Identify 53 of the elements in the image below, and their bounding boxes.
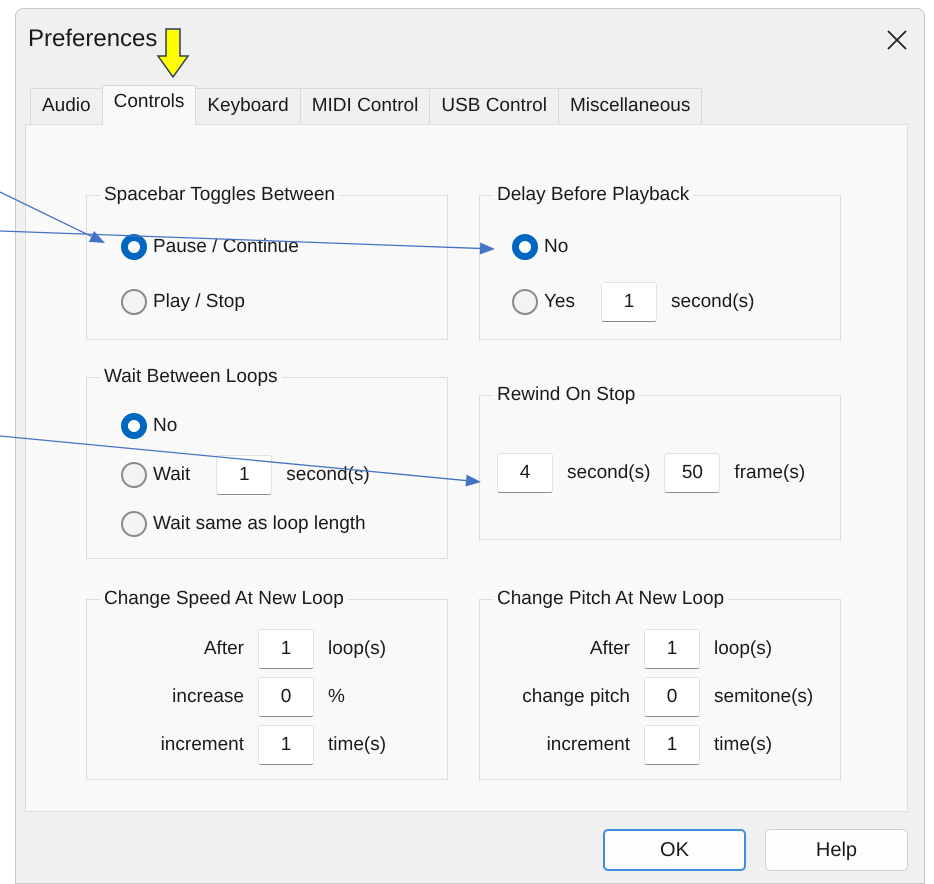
group-title: Rewind On Stop (496, 383, 636, 407)
radio-button[interactable] (121, 289, 147, 315)
radio-label: Play / Stop (153, 290, 245, 314)
field-label: After (202, 636, 244, 661)
unit-label: second(s) (567, 460, 650, 485)
radio-label: Wait same as loop length (153, 512, 366, 536)
input-field[interactable]: 0 (258, 677, 314, 717)
radio-label: Yes (544, 290, 575, 314)
field-label: change pitch (521, 684, 630, 709)
input-field[interactable]: 1 (601, 282, 657, 322)
group-title: Delay Before Playback (496, 183, 690, 207)
pointer-arrow (156, 28, 190, 78)
group-title: Change Speed At New Loop (103, 587, 345, 611)
input-field[interactable]: 1 (258, 725, 314, 765)
input-field[interactable]: 1 (258, 629, 314, 669)
group-title: Spacebar Toggles Between (103, 183, 336, 207)
tab[interactable]: Audio (30, 88, 103, 124)
radio-button[interactable] (512, 234, 538, 260)
group-title: Wait Between Loops (103, 365, 279, 389)
dialog-button[interactable]: Help (765, 829, 908, 871)
field-label: After (588, 636, 630, 661)
unit-label: % (328, 684, 346, 709)
field-label: increment (160, 732, 244, 757)
unit-label: loop(s) (328, 636, 388, 661)
input-field[interactable]: 50 (664, 453, 720, 493)
unit-label: second(s) (286, 462, 370, 487)
tab[interactable]: Controls (102, 85, 196, 125)
radio-button[interactable] (512, 289, 538, 315)
field-label: increment (546, 732, 630, 757)
radio-button[interactable] (121, 413, 147, 439)
radio-button[interactable] (121, 511, 147, 537)
input-field[interactable]: 0 (644, 677, 700, 717)
radio-label: No (544, 234, 568, 259)
unit-label: semitone(s) (714, 684, 814, 709)
input-field[interactable]: 4 (497, 453, 553, 493)
radio-label: No (153, 414, 178, 438)
unit-label: loop(s) (714, 636, 774, 661)
radio-label: Wait (153, 462, 190, 487)
radio-button[interactable] (121, 234, 147, 260)
close-icon[interactable] (886, 29, 908, 51)
field-label: increase (171, 684, 244, 709)
tab[interactable]: Miscellaneous (558, 88, 702, 124)
unit-label: second(s) (671, 290, 754, 314)
unit-label: time(s) (328, 732, 388, 757)
input-field[interactable]: 1 (644, 629, 700, 669)
input-field[interactable]: 1 (644, 725, 700, 765)
unit-label: frame(s) (734, 460, 806, 485)
window-title: Preferences (28, 25, 158, 53)
unit-label: time(s) (714, 732, 774, 757)
radio-button[interactable] (121, 462, 147, 488)
group-title: Change Pitch At New Loop (496, 587, 726, 611)
dialog-button[interactable]: OK (603, 829, 746, 871)
input-field[interactable]: 1 (216, 455, 272, 495)
